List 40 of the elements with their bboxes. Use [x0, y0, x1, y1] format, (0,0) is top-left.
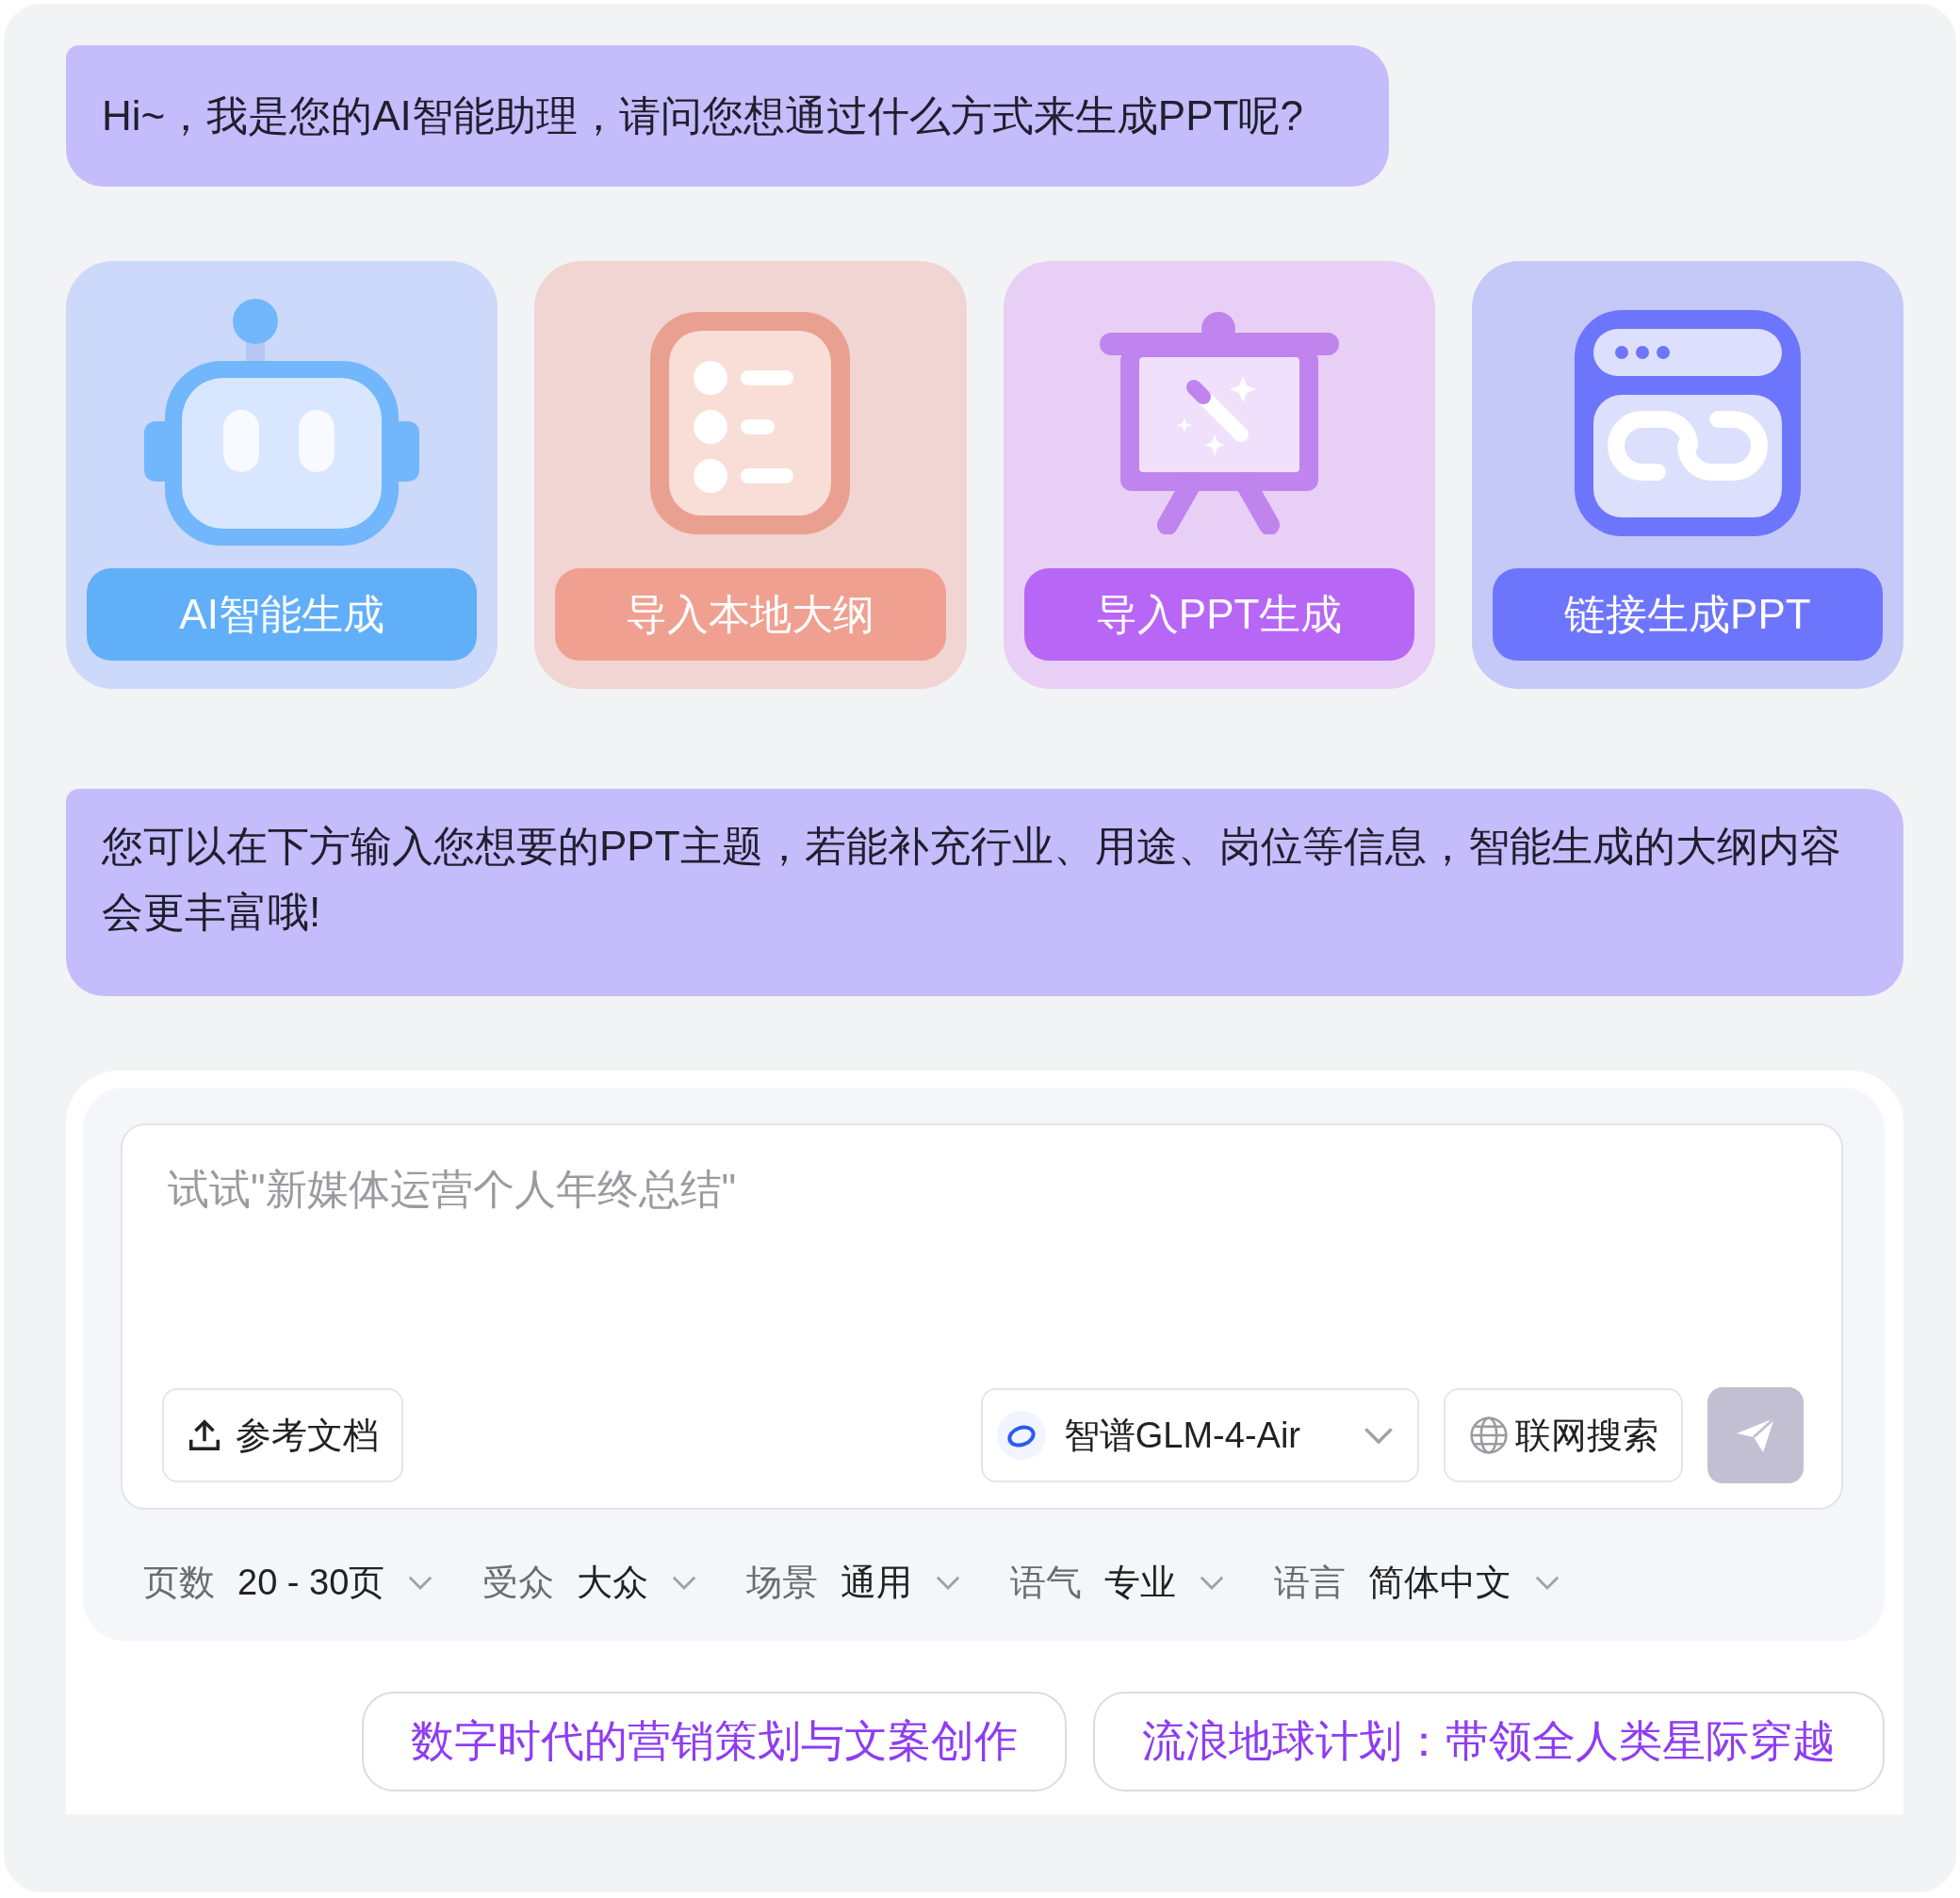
option-select[interactable]: 页数 20 - 30页: [143, 1559, 434, 1607]
option-label: 语气: [1010, 1562, 1083, 1604]
option-value: 通用: [841, 1562, 913, 1604]
chevron-down-icon: [1199, 1575, 1226, 1591]
web-search-button[interactable]: 联网搜索: [1444, 1388, 1683, 1482]
option-select[interactable]: 语言 简体中文: [1274, 1559, 1561, 1607]
option-label: 场景: [746, 1562, 819, 1604]
model-select[interactable]: 智谱GLM-4-Air: [980, 1388, 1419, 1482]
upload-icon: [187, 1417, 222, 1453]
suggestion-chip[interactable]: 数字时代的营销策划与文案创作: [362, 1692, 1067, 1792]
chevron-down-icon: [671, 1575, 698, 1591]
globe-icon: [1468, 1415, 1510, 1456]
mode-button[interactable]: 链接生成PPT: [1492, 568, 1883, 661]
option-label: 语言: [1274, 1562, 1347, 1604]
prompt-field[interactable]: 试试"新媒体运营个人年终总结" 参考文档 智谱GLM-4-Air 联网搜索: [121, 1123, 1843, 1510]
option-label: 受众: [482, 1562, 555, 1604]
assistant-message: 您可以在下方输入您想要的PPT主题，若能补充行业、用途、岗位等信息，智能生成的大纲内容会更丰富哦!: [66, 789, 1903, 996]
option-select[interactable]: 语气 专业: [1010, 1559, 1226, 1607]
chevron-down-icon: [935, 1575, 962, 1591]
presentation-board-icon: [1099, 312, 1339, 534]
model-logo-icon: [995, 1410, 1047, 1461]
assistant-message: Hi~，我是您的AI智能助理，请问您想通过什么方式来生成PPT呢?: [66, 45, 1389, 187]
option-value: 20 - 30页: [237, 1562, 385, 1604]
mode-card[interactable]: 导入PPT生成: [1003, 261, 1435, 689]
option-value: 大众: [577, 1562, 649, 1604]
upload-button[interactable]: 参考文档: [162, 1388, 403, 1482]
robot-icon: [144, 299, 420, 548]
chevron-down-icon: [1534, 1575, 1561, 1591]
option-value: 简体中文: [1368, 1562, 1512, 1604]
browser-link-icon: [1574, 310, 1801, 536]
suggestion-chip[interactable]: 流浪地球计划：带领全人类星际穿越: [1093, 1692, 1885, 1792]
list-document-icon: [650, 312, 851, 534]
chevron-down-icon: [407, 1575, 434, 1591]
option-value: 专业: [1104, 1562, 1177, 1604]
option-label: 页数: [143, 1562, 215, 1604]
chevron-down-icon: [1363, 1425, 1395, 1446]
mode-card[interactable]: 链接生成PPT: [1471, 261, 1903, 689]
option-select[interactable]: 场景 通用: [746, 1559, 962, 1607]
mode-button[interactable]: 导入PPT生成: [1023, 568, 1414, 661]
option-select[interactable]: 受众 大众: [482, 1559, 698, 1607]
